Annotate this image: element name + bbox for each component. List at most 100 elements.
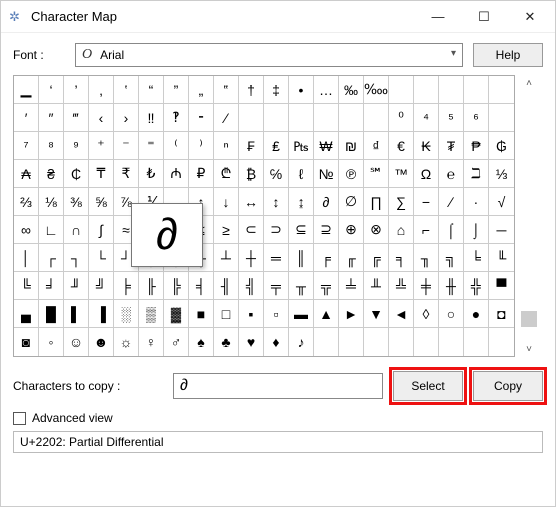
grid-cell[interactable]: ↔ bbox=[239, 188, 264, 216]
grid-cell[interactable]: ○ bbox=[439, 300, 464, 328]
scroll-thumb[interactable] bbox=[521, 311, 537, 327]
grid-cell[interactable]: ▲ bbox=[314, 300, 339, 328]
grid-cell[interactable]: ⌠ bbox=[439, 216, 464, 244]
grid-cell[interactable]: ‹ bbox=[89, 104, 114, 132]
grid-cell[interactable]: ╡ bbox=[189, 272, 214, 300]
grid-cell[interactable]: ╦ bbox=[314, 272, 339, 300]
minimize-button[interactable]: — bbox=[415, 2, 461, 32]
grid-cell[interactable] bbox=[489, 328, 514, 356]
grid-cell[interactable] bbox=[264, 104, 289, 132]
grid-cell[interactable]: ⁷ bbox=[14, 132, 39, 160]
grid-cell[interactable]: ‴ bbox=[64, 104, 89, 132]
grid-cell[interactable]: ⌂ bbox=[389, 216, 414, 244]
grid-cell[interactable]: ∙ bbox=[464, 188, 489, 216]
grid-cell[interactable]: ∂ bbox=[314, 188, 339, 216]
close-button[interactable]: ✕ bbox=[507, 2, 553, 32]
grid-cell[interactable]: › bbox=[114, 104, 139, 132]
grid-cell[interactable]: ◊ bbox=[414, 300, 439, 328]
grid-cell[interactable]: ‘ bbox=[39, 76, 64, 104]
grid-cell[interactable]: ╩ bbox=[389, 272, 414, 300]
grid-cell[interactable]: ↕ bbox=[264, 188, 289, 216]
grid-cell[interactable]: ■ bbox=[189, 300, 214, 328]
grid-cell[interactable]: ‟ bbox=[214, 76, 239, 104]
grid-cell[interactable]: ₾ bbox=[214, 160, 239, 188]
grid-cell[interactable]: ┼ bbox=[239, 244, 264, 272]
grid-cell[interactable]: ♀ bbox=[139, 328, 164, 356]
grid-cell[interactable]: ╖ bbox=[414, 244, 439, 272]
scrollbar[interactable]: ˄ ˅ bbox=[519, 75, 539, 357]
grid-cell[interactable]: ╟ bbox=[139, 272, 164, 300]
grid-cell[interactable]: ⁺ bbox=[89, 132, 114, 160]
grid-cell[interactable]: ╔ bbox=[364, 244, 389, 272]
grid-cell[interactable]: ₲ bbox=[489, 132, 514, 160]
grid-cell[interactable]: ℅ bbox=[264, 160, 289, 188]
grid-cell[interactable]: ⅓ bbox=[489, 160, 514, 188]
grid-cell[interactable]: ₫ bbox=[364, 132, 389, 160]
grid-cell[interactable]: ⁿ bbox=[214, 132, 239, 160]
grid-cell[interactable] bbox=[339, 328, 364, 356]
grid-cell[interactable]: ╤ bbox=[264, 272, 289, 300]
grid-cell[interactable]: ∑ bbox=[389, 188, 414, 216]
grid-cell[interactable]: ╣ bbox=[239, 272, 264, 300]
grid-cell[interactable] bbox=[314, 328, 339, 356]
grid-cell[interactable] bbox=[339, 104, 364, 132]
grid-cell[interactable]: ♥ bbox=[239, 328, 264, 356]
grid-cell[interactable]: ╫ bbox=[439, 272, 464, 300]
grid-cell[interactable]: ₪ bbox=[339, 132, 364, 160]
grid-cell[interactable]: ‱ bbox=[364, 76, 389, 104]
grid-cell[interactable]: ☺ bbox=[64, 328, 89, 356]
grid-cell[interactable]: − bbox=[414, 188, 439, 216]
grid-cell[interactable]: ⌐ bbox=[414, 216, 439, 244]
grid-cell[interactable]: □ bbox=[214, 300, 239, 328]
grid-cell[interactable] bbox=[364, 328, 389, 356]
characters-to-copy-input[interactable]: ∂ bbox=[173, 373, 383, 399]
grid-cell[interactable]: ⁾ bbox=[189, 132, 214, 160]
grid-cell[interactable]: ⊃ bbox=[264, 216, 289, 244]
grid-cell[interactable]: ⁰ bbox=[389, 104, 414, 132]
grid-cell[interactable]: ⁴ bbox=[414, 104, 439, 132]
grid-cell[interactable]: ₳ bbox=[14, 160, 39, 188]
grid-cell[interactable]: ▌ bbox=[64, 300, 89, 328]
grid-cell[interactable]: ░ bbox=[114, 300, 139, 328]
grid-cell[interactable]: ₿ bbox=[239, 160, 264, 188]
grid-cell[interactable]: ☼ bbox=[114, 328, 139, 356]
grid-cell[interactable] bbox=[439, 328, 464, 356]
grid-cell[interactable]: ↨ bbox=[289, 188, 314, 216]
grid-cell[interactable]: ╝ bbox=[89, 272, 114, 300]
grid-cell[interactable]: ♠ bbox=[189, 328, 214, 356]
grid-cell[interactable]: ◄ bbox=[389, 300, 414, 328]
grid-cell[interactable]: ≥ bbox=[214, 216, 239, 244]
grid-cell[interactable] bbox=[364, 104, 389, 132]
grid-cell[interactable]: ‛ bbox=[114, 76, 139, 104]
grid-cell[interactable]: ─ bbox=[489, 216, 514, 244]
grid-cell[interactable]: ₺ bbox=[139, 160, 164, 188]
grid-cell[interactable]: ┐ bbox=[64, 244, 89, 272]
grid-cell[interactable]: ♣ bbox=[214, 328, 239, 356]
grid-cell[interactable]: ╥ bbox=[289, 272, 314, 300]
grid-cell[interactable]: ⁻ bbox=[114, 132, 139, 160]
grid-cell[interactable]: ₸ bbox=[89, 160, 114, 188]
grid-cell[interactable]: ′ bbox=[14, 104, 39, 132]
scroll-up-icon[interactable]: ˄ bbox=[521, 75, 537, 91]
grid-cell[interactable]: ╕ bbox=[389, 244, 414, 272]
grid-cell[interactable]: ∏ bbox=[364, 188, 389, 216]
grid-cell[interactable]: ” bbox=[164, 76, 189, 104]
grid-cell[interactable]: ◙ bbox=[14, 328, 39, 356]
grid-cell[interactable]: ╓ bbox=[339, 244, 364, 272]
grid-cell[interactable]: ‰ bbox=[339, 76, 364, 104]
grid-cell[interactable] bbox=[389, 76, 414, 104]
character-grid[interactable]: ▁‘’‚‛“”„‟†‡•…‰‱′″‴‹›‼‽⁃⁄⁰⁴⁵⁶⁷⁸⁹⁺⁻⁼⁽⁾ⁿ₣₤₧… bbox=[13, 75, 515, 357]
grid-cell[interactable] bbox=[489, 76, 514, 104]
grid-cell[interactable]: ‽ bbox=[164, 104, 189, 132]
grid-cell[interactable]: ▓ bbox=[164, 300, 189, 328]
select-button[interactable]: Select bbox=[393, 371, 463, 401]
grid-cell[interactable]: ‼ bbox=[139, 104, 164, 132]
grid-cell[interactable]: ╨ bbox=[364, 272, 389, 300]
grid-cell[interactable] bbox=[489, 104, 514, 132]
grid-cell[interactable]: ₣ bbox=[239, 132, 264, 160]
grid-cell[interactable]: ● bbox=[464, 300, 489, 328]
grid-cell[interactable]: Ω bbox=[414, 160, 439, 188]
grid-cell[interactable]: ™ bbox=[389, 160, 414, 188]
grid-cell[interactable]: ═ bbox=[264, 244, 289, 272]
grid-cell[interactable]: ▫ bbox=[264, 300, 289, 328]
